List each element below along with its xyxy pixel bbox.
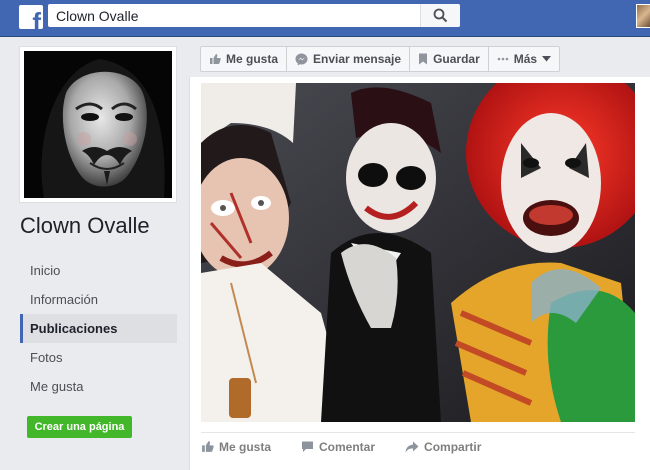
thumbs-up-icon: [202, 441, 214, 452]
search-icon: [433, 8, 448, 23]
page-action-bar: Me gusta Enviar mensaje Guardar Más: [200, 46, 561, 72]
top-navigation-bar: f: [0, 0, 650, 37]
share-arrow-icon: [405, 441, 419, 452]
thumbs-up-icon: [210, 54, 221, 64]
search-button[interactable]: [420, 4, 460, 27]
bookmark-icon: [419, 53, 428, 65]
post-actions-bar: Me gusta Comentar Compartir: [201, 432, 635, 460]
page-navigation: Inicio Información Publicaciones Fotos M…: [20, 256, 177, 401]
post-like-button[interactable]: Me gusta: [201, 440, 271, 454]
search-box: [48, 4, 460, 27]
comment-icon: [302, 441, 314, 452]
profile-picture-frame[interactable]: [19, 46, 177, 203]
messenger-icon: [295, 53, 308, 65]
page-title: Clown Ovalle: [20, 213, 150, 238]
more-dots-icon: [497, 57, 509, 61]
like-page-button[interactable]: Me gusta: [201, 47, 288, 71]
nav-item-me-gusta[interactable]: Me gusta: [20, 372, 177, 401]
profile-picture: [24, 51, 172, 198]
create-page-button[interactable]: Crear una página: [27, 416, 132, 438]
user-avatar[interactable]: [636, 4, 650, 28]
post-card: Me gusta Comentar Compartir: [189, 77, 650, 470]
nav-item-informacion[interactable]: Información: [20, 285, 177, 314]
more-button[interactable]: Más: [489, 47, 559, 71]
nav-item-fotos[interactable]: Fotos: [20, 343, 177, 372]
facebook-logo-icon[interactable]: f: [19, 5, 43, 29]
chevron-down-icon: [542, 56, 552, 62]
post-photo[interactable]: [201, 83, 635, 422]
post-share-button[interactable]: Compartir: [405, 440, 481, 454]
send-message-button[interactable]: Enviar mensaje: [287, 47, 411, 71]
save-button[interactable]: Guardar: [410, 47, 489, 71]
nav-item-inicio[interactable]: Inicio: [20, 256, 177, 285]
nav-item-publicaciones[interactable]: Publicaciones: [20, 314, 177, 343]
post-comment-button[interactable]: Comentar: [301, 440, 375, 454]
search-input[interactable]: [48, 4, 420, 27]
